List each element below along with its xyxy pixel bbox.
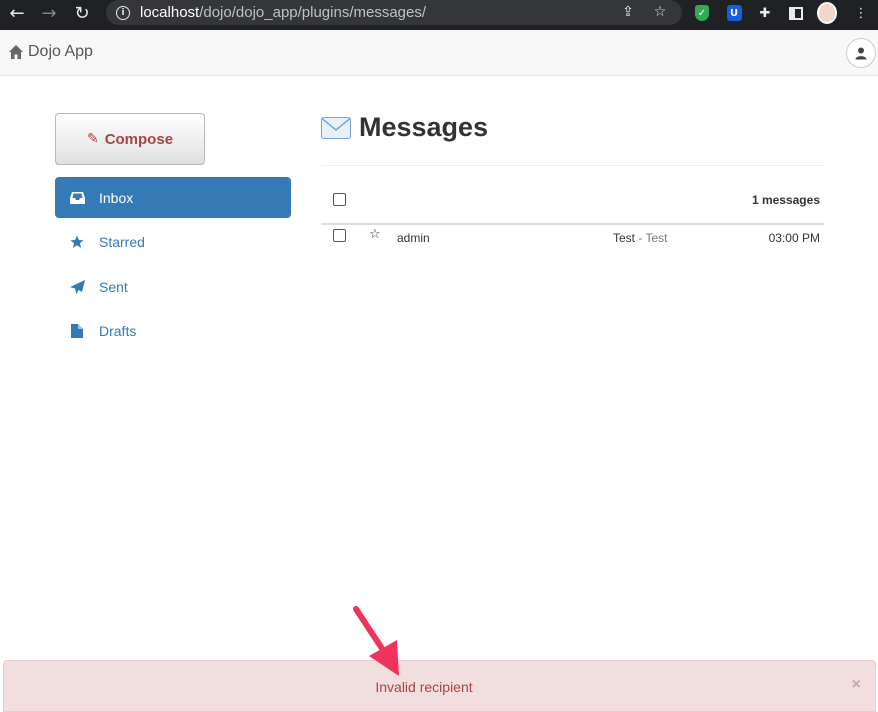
reload-icon[interactable]: ↻ <box>71 2 93 24</box>
brand-link[interactable]: Dojo App <box>8 43 93 61</box>
user-icon <box>855 47 867 60</box>
browser-menu-icon[interactable]: ⋮ <box>851 3 871 23</box>
profile-avatar-icon[interactable] <box>817 2 837 24</box>
compose-label: Compose <box>104 130 174 148</box>
share-icon[interactable]: ⇪ <box>619 3 637 21</box>
url-host: localhost <box>140 4 200 21</box>
message-from: admin <box>397 231 430 245</box>
sidebar-item-drafts[interactable]: Drafts <box>55 310 291 351</box>
pencil-icon: ✎ <box>86 131 99 147</box>
back-icon[interactable]: ← <box>6 2 28 24</box>
error-alert: Invalid recipient × <box>3 660 876 712</box>
star-outline-icon[interactable]: ☆ <box>369 227 381 242</box>
messages-table-header: 1 messages <box>321 185 824 225</box>
sidebar-item-label: Inbox <box>99 189 134 206</box>
compose-button[interactable]: ✎ Compose <box>55 113 205 165</box>
sidebar-item-sent[interactable]: Sent <box>55 266 291 307</box>
envelope-icon <box>321 116 351 139</box>
home-icon <box>9 45 23 59</box>
message-subject: Test <box>613 231 636 245</box>
brand-name: Dojo App <box>28 43 93 60</box>
paper-plane-icon <box>69 279 85 295</box>
divider <box>321 165 824 166</box>
user-menu-button[interactable] <box>846 38 876 68</box>
side-panel-icon[interactable] <box>786 3 806 23</box>
shield-extension-icon[interactable]: ✓ <box>692 3 712 23</box>
star-icon <box>69 234 85 250</box>
message-snippet: - Test <box>638 231 668 245</box>
bookmark-star-icon[interactable]: ☆ <box>651 3 669 21</box>
extensions-puzzle-icon[interactable]: ✚ <box>755 3 775 23</box>
sidebar-item-label: Drafts <box>99 322 137 339</box>
sidebar-item-label: Starred <box>99 233 145 250</box>
message-subject-cell: Test - Test <box>613 231 667 245</box>
url-text[interactable]: localhost/dojo/dojo_app/plugins/messages… <box>140 4 426 21</box>
table-row[interactable]: ☆ admin Test - Test 03:00 PM <box>321 226 824 250</box>
bitwarden-extension-icon[interactable]: U <box>724 3 744 23</box>
browser-toolbar: ← → ↻ i localhost/dojo/dojo_app/plugins/… <box>0 0 878 30</box>
forward-icon[interactable]: → <box>38 2 60 24</box>
app-navbar: Dojo App <box>0 30 878 76</box>
sidebar-item-label: Sent <box>99 278 128 295</box>
row-checkbox[interactable] <box>333 229 346 242</box>
page-header: Messages <box>321 112 488 143</box>
site-info-icon[interactable]: i <box>116 5 130 20</box>
url-path: /dojo/dojo_app/plugins/messages/ <box>199 4 427 21</box>
address-bar[interactable]: i localhost/dojo/dojo_app/plugins/messag… <box>106 0 682 25</box>
message-count: 1 messages <box>751 193 820 207</box>
close-icon[interactable]: × <box>852 676 861 694</box>
select-all-checkbox[interactable] <box>333 193 346 206</box>
alert-message: Invalid recipient <box>375 679 473 695</box>
inbox-icon <box>69 190 85 206</box>
sidebar-item-inbox[interactable]: Inbox <box>55 177 291 218</box>
sidebar-item-starred[interactable]: Starred <box>55 221 291 262</box>
page-title: Messages <box>359 112 489 142</box>
file-icon <box>69 323 85 339</box>
annotation-arrow-icon <box>353 606 399 676</box>
message-time: 03:00 PM <box>768 231 820 245</box>
